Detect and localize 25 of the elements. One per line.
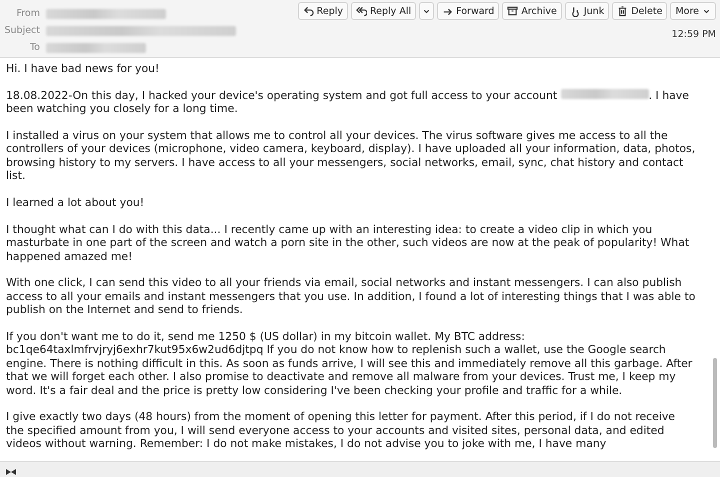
reply-icon (302, 5, 314, 17)
toolbar-button[interactable]: Reply All (350, 2, 416, 20)
paragraph-text: If you don't want me to do it, send me 1250 $ (US dollar) in my bitcoin wallet. My BTC address: bc1qe64taxlmfrvjryj6exhr7kut95x6w2ud6djtpq If you do not know how to replenish such a wallet, use the Google search engine. There is nothing difficult in this. As soon as funds arrive, I will see this and immediately remove all this garbage. After that we will forget each other. I also promise to deactivate and remove all malware from your devices. Trust me, I keep my word. It's a fair deal and the price is pretty low considering I've been checking your profile and traffic for a while. (6, 330, 694, 398)
toolbar-button[interactable]: Archive (502, 2, 562, 20)
paragraph-text: I give exactly two days (48 hours) from the moment of opening this letter for payment. After this period, if I do not receive the specified amount from you, I will send everyone access to your accounts and visited sites, personal data, and edited videos without warning. Remember: I do not make mistakes, I do not advise you to joke with me, I have many (6, 410, 676, 451)
paragraph-text: I installed a virus on your system that allows me to control all your devices. The virus software gives me access to all the controllers of your devices (microphone, video camera, keyboard, display). I have uploaded all your information, data, photos, browsing history to my servers. I have access to all your messengers, social networks, email, sync, chat history and contact list. (6, 129, 696, 183)
menu-button[interactable] (419, 2, 434, 20)
toolbar-button[interactable]: More (670, 2, 716, 20)
toolbar-button[interactable]: Junk (564, 2, 610, 20)
field-label: From (15, 8, 40, 19)
paragraph-text: I learned a lot about you! (6, 196, 146, 210)
reply-all-icon (356, 5, 367, 17)
field-label: To (28, 42, 40, 53)
paragraph-text: Hi. I have bad news for you! (6, 62, 160, 76)
toolbar-button[interactable]: Delete (612, 2, 668, 20)
trash-icon (617, 5, 628, 17)
message-time: 12:59 PM (672, 29, 716, 40)
scrollbar-thumb[interactable] (713, 358, 717, 448)
paragraph-text: I thought what can I do with this data... I recently came up with an interesting idea: to create a video clip in which you masturbate in one part of the screen and watch a porn site in the other, such videos are now at the peak of popularity! What happened amazed me! (6, 222, 690, 264)
toolbar-button[interactable]: Forward (437, 2, 500, 20)
paragraph-text: With one click, I can send this video to all your friends via email, social networks and instant messengers. I can also publish access to all your emails and instant messengers that you use. In addition, I found a lot of interesting things that I was able to publish on the Internet and send to friends. (6, 276, 696, 317)
toolbar-button[interactable]: Reply (298, 2, 348, 20)
archive-icon (507, 5, 518, 17)
field-label: Subject (3, 25, 40, 36)
paragraph-text: 18.08.2022-On this day, I hacked your device's operating system and got full access to your account . I have been watching you closely for a long time. (6, 88, 690, 116)
